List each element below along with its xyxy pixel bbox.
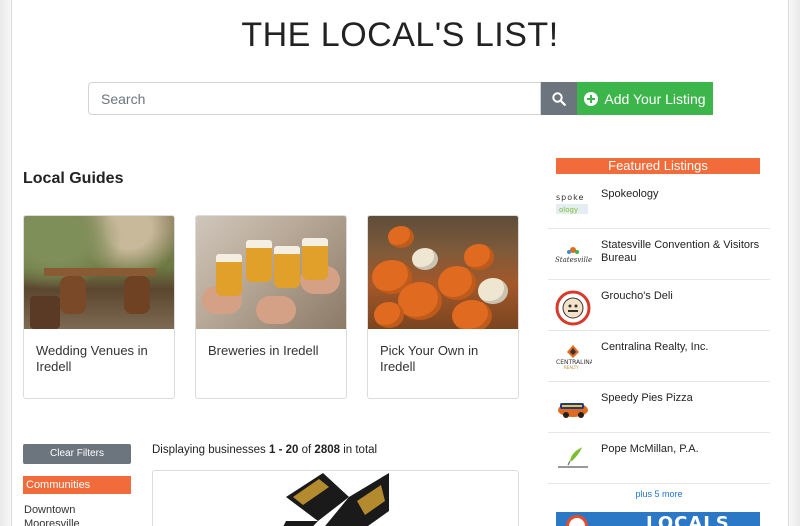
guide-card-pick-your-own[interactable]: Pick Your Own in Iredell [367, 215, 519, 399]
featured-listing-name: Speedy Pies Pizza [601, 392, 693, 404]
featured-listing-item[interactable]: Groucho's Deli [548, 280, 770, 331]
more-featured-link[interactable]: plus 5 more [548, 489, 770, 499]
communities-filter-header[interactable]: Communities [23, 476, 131, 494]
guide-card-label: Wedding Venues in Iredell [36, 343, 148, 374]
results-range: 1 - 20 [269, 444, 299, 456]
featured-listing-name: Pope McMillan, P.A. [601, 443, 699, 455]
results-suffix: in total [343, 444, 378, 456]
pope-mcmillan-logo [554, 445, 592, 471]
speedy-pies-logo [554, 394, 592, 420]
business-listing-card[interactable] [152, 470, 519, 526]
featured-listing-item[interactable]: Statesville Statesville Convention & Vis… [548, 229, 770, 280]
results-of: of [301, 444, 312, 456]
guide-card-label: Breweries in Iredell [208, 343, 319, 358]
local-guides-heading: Local Guides [23, 170, 124, 187]
add-listing-button[interactable]: Add Your Listing [577, 82, 713, 115]
results-total: 2808 [314, 444, 341, 456]
locals-banner[interactable]: LOCALS [556, 512, 760, 526]
results-prefix: Displaying businesses [152, 444, 266, 456]
page-title: THE LOCAL'S LIST! [241, 16, 559, 54]
wedding-venue-image [24, 216, 174, 329]
grouchos-logo [554, 290, 592, 326]
community-filter-item[interactable]: Mooresville [24, 518, 80, 526]
add-listing-label: Add Your Listing [604, 90, 706, 107]
community-filter-item[interactable]: Downtown [24, 504, 75, 516]
featured-listing-name: Statesville Convention & Visitors Bureau [601, 239, 760, 264]
banner-text: LOCALS [646, 513, 730, 526]
featured-listing-item[interactable]: Pope McMillan, P.A. [548, 433, 770, 484]
guide-card-label: Pick Your Own in Iredell [380, 343, 479, 374]
statesville-logo: Statesville [554, 241, 592, 267]
clear-filters-button[interactable]: Clear Filters [23, 444, 131, 464]
search-button[interactable] [541, 82, 577, 115]
results-count: Displaying businesses 1 - 20 of 2808 in … [152, 444, 377, 456]
pumpkins-image [368, 216, 518, 329]
featured-listings-header: Featured Listings [556, 158, 760, 174]
featured-listing-item[interactable]: CENTRALINA REALTY Centralina Realty, Inc… [548, 331, 770, 382]
plus-circle-icon [584, 91, 599, 106]
featured-listing-item[interactable]: spoke ology Spokeology [548, 178, 770, 229]
breweries-image [196, 216, 346, 329]
featured-listing-name: Spokeology [601, 188, 659, 200]
svg-text:REALTY: REALTY [564, 365, 579, 369]
window-frame-right [788, 0, 800, 526]
featured-listing-item[interactable]: Speedy Pies Pizza [548, 382, 770, 433]
banner-badge-icon [566, 515, 588, 526]
svg-text:Statesville: Statesville [555, 256, 592, 264]
search-input[interactable] [88, 82, 541, 115]
featured-listing-name: Groucho's Deli [601, 290, 673, 302]
guide-card-wedding-venues[interactable]: Wedding Venues in Iredell [23, 215, 175, 399]
search-icon [552, 91, 566, 106]
search-bar: Add Your Listing [88, 82, 713, 115]
window-frame-left [0, 0, 12, 526]
svg-text:ology: ology [559, 206, 578, 214]
featured-listing-name: Centralina Realty, Inc. [601, 341, 709, 353]
spokeology-logo: spoke ology [554, 190, 592, 216]
centralina-logo: CENTRALINA REALTY [554, 343, 592, 369]
business-logo [283, 473, 389, 526]
guide-card-breweries[interactable]: Breweries in Iredell [195, 215, 347, 399]
svg-text:spoke: spoke [556, 193, 584, 202]
